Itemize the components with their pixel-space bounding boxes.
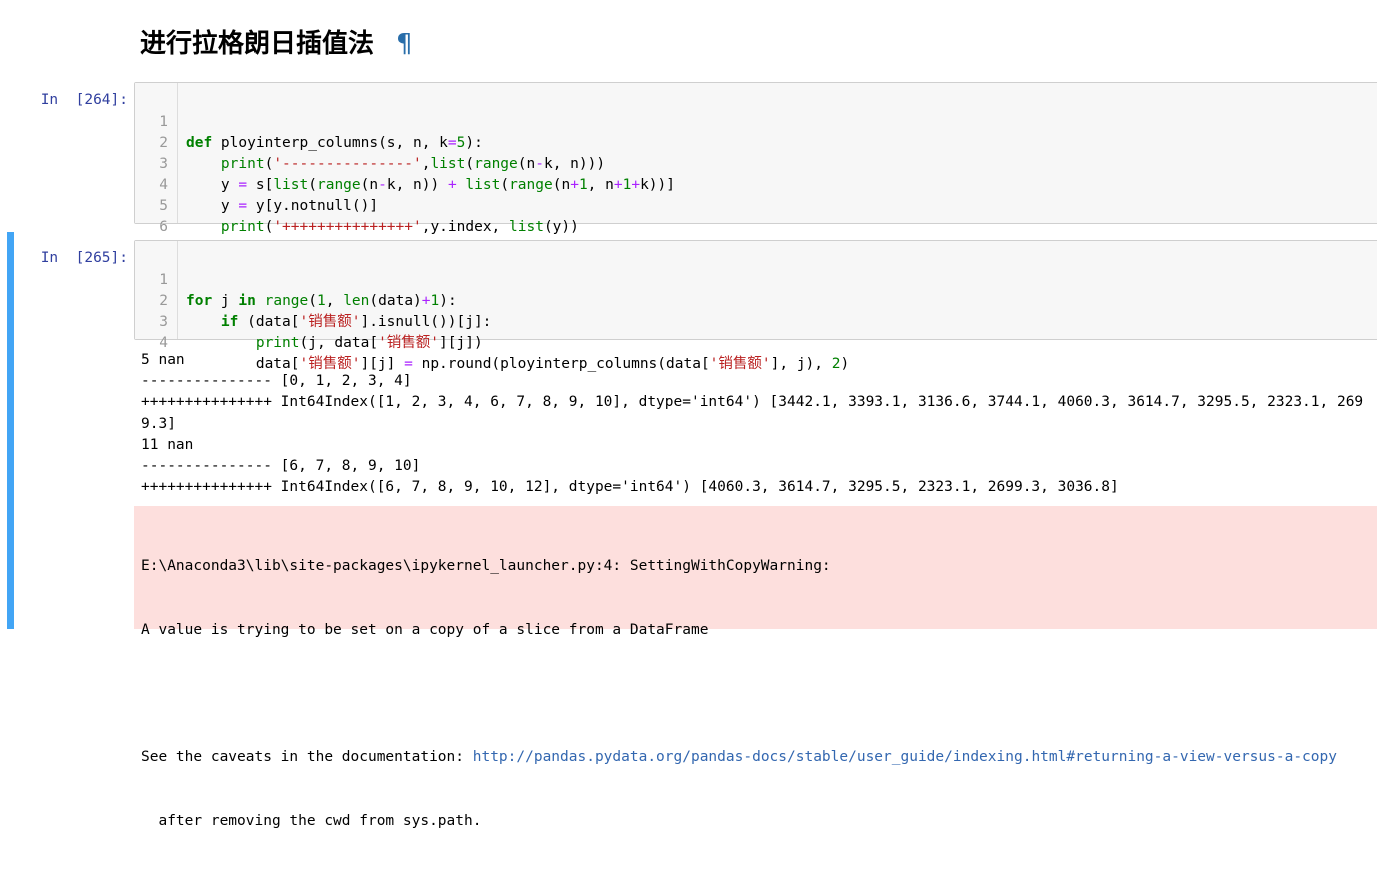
warning-line: after removing the cwd from sys.path. — [141, 812, 482, 829]
output-line: 5 nan — [141, 352, 185, 368]
code-cell-264[interactable]: 1 def ployinterp_columns(s, n, k=5): 2 p… — [134, 82, 1377, 256]
code-line[interactable]: 6 return lagrange(y.index, list(y))(n) — [135, 196, 1377, 256]
output-line: 9.3] — [141, 415, 176, 432]
output-line: +++++++++++++++ Int64Index([6, 7, 8, 9, … — [141, 479, 1119, 496]
warning-text: See the caveats in the documentation: — [141, 749, 473, 766]
output-line: --------------- [0, 1, 2, 3, 4] — [141, 373, 412, 390]
warning-line — [141, 684, 1337, 705]
warning-line: See the caveats in the documentation: ht… — [141, 747, 1337, 768]
warning-line: A value is trying to be set on a copy of… — [141, 622, 709, 639]
code-line[interactable]: 2 print('---------------',list(range(n-k… — [135, 112, 1377, 172]
code-text: print('+++++++++++++++',y.index, list(y)… — [220, 219, 579, 235]
code-line[interactable]: 3 y = s[list(range(n-k, n)) + list(range… — [135, 133, 1377, 193]
code-line[interactable]: 4 data['销售额'][j] = np.round(ployinterp_c… — [135, 312, 1377, 372]
code-line[interactable]: 1 for j in range(1, len(data)+1): — [135, 249, 1377, 309]
code-cell-265[interactable]: 1 for j in range(1, len(data)+1): 2 if (… — [134, 240, 1377, 372]
output-line: +++++++++++++++ Int64Index([1, 2, 3, 4, … — [141, 394, 1364, 411]
code-line[interactable]: 4 y = y[y.notnull()] — [135, 154, 1377, 214]
output-line: 11 nan — [141, 436, 194, 453]
cell-prompt-265: In [265]: — [40, 250, 128, 266]
heading-title: 进行拉格朗日插值法 — [140, 29, 375, 59]
output-line: --------------- [6, 7, 8, 9, 10] — [141, 458, 421, 475]
line-number: 6 — [159, 219, 168, 235]
section-heading: 进行拉格朗日插值法 ¶ — [140, 24, 413, 64]
cell-output-stderr-warning: E:\Anaconda3\lib\site-packages\ipykernel… — [134, 506, 1377, 829]
cell-prompt-264: In [264]: — [40, 92, 128, 108]
selected-cell-indicator — [7, 232, 14, 629]
heading-anchor-link[interactable]: ¶ — [396, 29, 413, 59]
warning-line: E:\Anaconda3\lib\site-packages\ipykernel… — [141, 558, 831, 575]
documentation-link[interactable]: http://pandas.pydata.org/pandas-docs/sta… — [473, 749, 1337, 765]
code-line[interactable]: 3 print(j, data['销售额'][j]) — [135, 291, 1377, 351]
code-line[interactable]: 1 def ployinterp_columns(s, n, k=5): — [135, 91, 1377, 151]
code-line[interactable]: 2 if (data['销售额'].isnull())[j]: — [135, 270, 1377, 330]
cell-output-stdout: 5 nan --------------- [0, 1, 2, 3, 4] ++++… — [141, 350, 1363, 498]
code-line[interactable]: 5 print('+++++++++++++++',y.index, list(… — [135, 175, 1377, 235]
